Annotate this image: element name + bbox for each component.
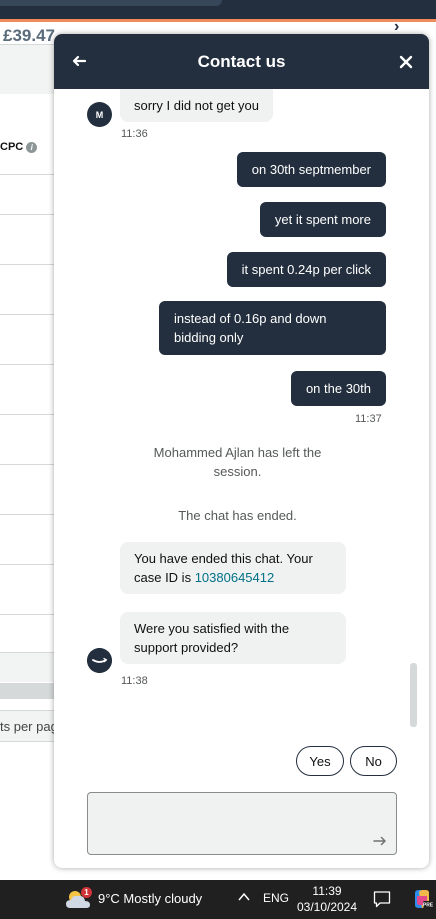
system-message: Mohammed Ajlan has left the session. (153, 445, 322, 479)
incoming-message: sorry I did not get you (120, 89, 274, 122)
table-row[interactable] (0, 614, 60, 615)
table-header-band (0, 44, 60, 94)
table-row[interactable] (0, 214, 60, 215)
notification-icon[interactable] (373, 890, 391, 908)
agent-avatar: M (87, 102, 112, 127)
table-row[interactable] (0, 464, 60, 465)
message-input[interactable] (88, 793, 396, 854)
amazon-smile-icon (87, 648, 112, 673)
chat-title: Contact us (197, 52, 286, 71)
send-arrow-icon[interactable] (373, 836, 387, 846)
outgoing-message: yet it spent more (259, 202, 386, 237)
weather-badge: 1 (81, 887, 92, 898)
case-id-link[interactable]: 10380645412 (195, 570, 275, 585)
outgoing-message: instead of 0.16p and down bidding only (159, 301, 386, 355)
table-row[interactable] (0, 314, 60, 315)
top-bar-tab[interactable] (0, 0, 222, 6)
table-row[interactable] (0, 364, 60, 365)
table-row[interactable] (0, 174, 60, 175)
table-row[interactable] (0, 264, 60, 265)
chat-scrollbar[interactable] (410, 663, 417, 727)
weather-text[interactable]: 9°C Mostly cloudy (98, 891, 202, 906)
system-message: The chat has ended. (178, 508, 297, 523)
column-header-label: CPC (0, 141, 24, 153)
no-button[interactable]: No (350, 746, 397, 776)
table-row[interactable] (0, 564, 60, 565)
taskbar: 1 9°C Mostly cloudy ENG 11:39 03/10/2024… (0, 880, 436, 919)
svg-text:PRE: PRE (423, 903, 433, 909)
table-footer (0, 652, 60, 682)
outgoing-message: it spent 0.24p per click (226, 252, 386, 287)
incoming-message: Were you satisfied with the support prov… (120, 612, 346, 664)
top-bar (0, 0, 436, 22)
info-icon[interactable]: i (26, 141, 38, 153)
clock[interactable]: 11:39 03/10/2024 (296, 883, 358, 915)
table-row[interactable] (0, 414, 60, 415)
chat-header: Contact us (54, 34, 429, 89)
column-header-cpc[interactable]: CPC i (0, 141, 38, 153)
incoming-message: You have ended this chat. Your case ID i… (120, 542, 346, 594)
table-scrollbar[interactable] (0, 683, 60, 699)
language-indicator[interactable]: ENG (263, 891, 289, 905)
message-list[interactable]: M sorry I did not get you 11:36 on 30th … (54, 89, 429, 729)
budget-amount: £39.47 (3, 26, 55, 45)
outgoing-message: on the 30th (290, 371, 386, 406)
message-timestamp: 11:36 (121, 128, 148, 140)
close-icon[interactable] (395, 51, 417, 73)
yes-button[interactable]: Yes (296, 746, 344, 776)
message-input-box[interactable] (87, 792, 397, 855)
chevron-up-icon[interactable] (237, 890, 251, 904)
chat-window: Contact us M sorry I did not get you 11:… (54, 34, 429, 868)
copilot-icon[interactable]: PRE (411, 888, 433, 910)
results-per-page[interactable]: ts per page (0, 710, 60, 742)
message-timestamp: 11:38 (121, 675, 148, 687)
clock-date: 03/10/2024 (296, 900, 358, 914)
table-row[interactable] (0, 514, 60, 515)
message-timestamp: 11:37 (355, 413, 382, 425)
clock-time: 11:39 (312, 884, 342, 898)
outgoing-message: on 30th septmember (236, 152, 386, 187)
